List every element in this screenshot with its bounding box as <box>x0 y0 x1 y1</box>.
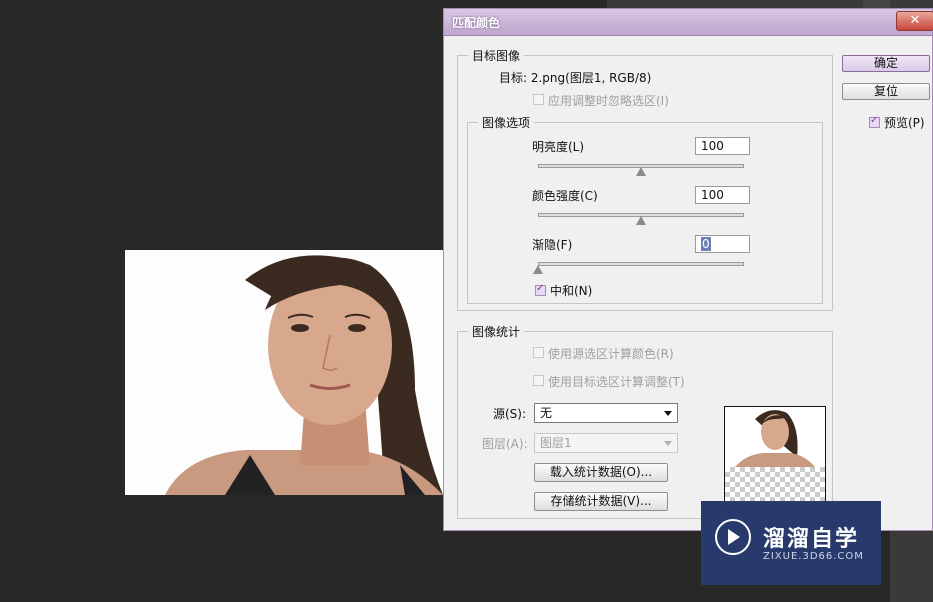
source-select-value: 无 <box>540 406 553 420</box>
watermark-name: 溜溜自学 <box>763 527 860 552</box>
layer-label: 图层(A): <box>482 437 528 451</box>
luminance-slider-thumb[interactable] <box>636 167 646 176</box>
thumbnail-photo <box>725 407 825 467</box>
image-statistics-group: 图像统计 使用源选区计算颜色(R) 使用目标选区计算调整(T) 源(S): 无 … <box>457 323 833 519</box>
image-statistics-group-label: 图像统计 <box>468 323 525 340</box>
close-button[interactable]: ✕ <box>896 11 933 31</box>
luminance-input[interactable]: 100 <box>695 137 750 155</box>
target-image-group-label: 目标图像 <box>468 47 525 64</box>
watermark-url: ZIXUE.3D66.COM <box>763 551 864 562</box>
chevron-down-icon <box>664 411 672 416</box>
chevron-down-icon <box>664 441 672 446</box>
intensity-label: 颜色强度(C) <box>532 189 598 203</box>
intensity-input[interactable]: 100 <box>695 186 750 204</box>
source-preview-thumbnail <box>724 406 826 505</box>
source-select[interactable]: 无 <box>534 403 678 423</box>
layer-select-value: 图层1 <box>540 436 572 450</box>
preview-checkbox[interactable] <box>869 115 880 128</box>
use-target-selection-label: 使用目标选区计算调整(T) <box>548 375 685 389</box>
fade-label: 渐隐(F) <box>532 238 573 252</box>
reset-button[interactable]: 复位 <box>842 83 930 100</box>
dialog-title: 匹配颜色 <box>452 16 501 30</box>
dialog-titlebar: 匹配颜色 ✕ <box>444 9 933 36</box>
transparency-checker <box>725 467 825 504</box>
play-logo-icon <box>715 519 751 555</box>
image-options-group-label: 图像选项 <box>478 114 535 131</box>
play-icon <box>728 529 740 545</box>
preview-label: 预览(P) <box>884 116 925 130</box>
match-color-dialog: 匹配颜色 ✕ 确定 复位 预览(P) 目标图像 目标: 2.png(图层1, R… <box>443 8 933 531</box>
layer-select[interactable]: 图层1 <box>534 433 678 453</box>
use-source-selection-label: 使用源选区计算颜色(R) <box>548 347 674 361</box>
watermark: 溜溜自学 ZIXUE.3D66.COM <box>701 501 881 585</box>
ignore-selection-label: 应用调整时忽略选区(I) <box>548 94 669 108</box>
target-text: 目标: 2.png(图层1, RGB/8) <box>499 71 652 85</box>
neutralize-label: 中和(N) <box>550 284 593 298</box>
use-source-selection-checkbox[interactable] <box>533 347 544 358</box>
luminance-label: 明亮度(L) <box>532 140 585 154</box>
fade-input-value: 0 <box>701 237 711 251</box>
fade-slider-thumb[interactable] <box>533 265 543 274</box>
fade-slider[interactable] <box>538 262 744 266</box>
load-stats-button[interactable]: 载入统计数据(O)... <box>534 463 668 482</box>
use-target-selection-checkbox[interactable] <box>533 375 544 386</box>
ok-button[interactable]: 确定 <box>842 55 930 72</box>
image-options-group: 图像选项 明亮度(L) 100 颜色强度(C) 100 渐隐(F) 0 中和(N… <box>467 114 823 304</box>
intensity-slider-thumb[interactable] <box>636 216 646 225</box>
source-label: 源(S): <box>493 407 527 421</box>
neutralize-checkbox[interactable] <box>535 283 546 296</box>
ignore-selection-checkbox[interactable] <box>533 94 544 105</box>
target-image-group: 目标图像 目标: 2.png(图层1, RGB/8) 应用调整时忽略选区(I) … <box>457 47 833 311</box>
save-stats-button[interactable]: 存储统计数据(V)... <box>534 492 668 511</box>
canvas-photo <box>125 250 443 495</box>
fade-input[interactable]: 0 <box>695 235 750 253</box>
